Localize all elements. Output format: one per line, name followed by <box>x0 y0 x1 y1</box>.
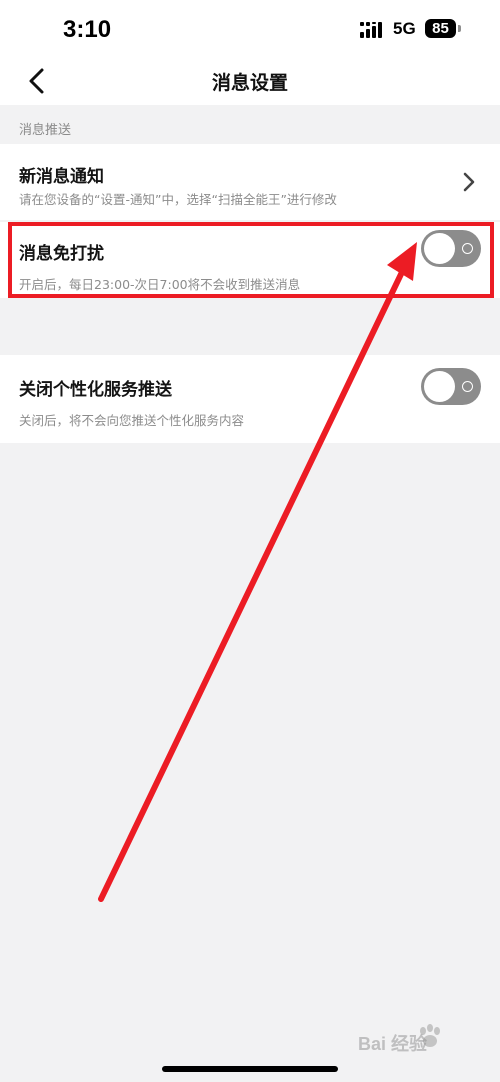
battery-icon: 85 <box>425 19 456 38</box>
settings-row-personalized-push: 关闭个性化服务推送 关闭后，将不会向您推送个性化服务内容 <box>0 355 500 443</box>
row-subtitle: 请在您设备的“设置-通知”中，选择“扫描全能王”进行修改 <box>19 192 337 207</box>
watermark-text: Bai 经验 <box>358 1034 428 1054</box>
page-title: 消息设置 <box>211 72 288 94</box>
battery-cap <box>458 25 461 32</box>
status-bar: 3:10 5G 85 <box>0 0 500 58</box>
settings-row-new-message-notification[interactable]: 新消息通知 请在您设备的“设置-通知”中，选择“扫描全能王”进行修改 <box>0 144 500 220</box>
toggle-knob <box>424 371 455 402</box>
cellular-signal-icon <box>360 22 382 38</box>
chevron-right-icon <box>463 172 475 192</box>
toggle-off-indicator-icon <box>462 381 473 392</box>
annotation-highlight-box <box>8 222 494 298</box>
status-time: 3:10 <box>63 16 112 43</box>
row-title: 新消息通知 <box>19 167 104 187</box>
battery-level: 85 <box>432 20 449 37</box>
section-header-label: 消息推送 <box>19 123 72 138</box>
personalized-push-toggle[interactable] <box>421 368 481 405</box>
network-type-label: 5G <box>393 19 416 38</box>
row-title: 关闭个性化服务推送 <box>19 380 172 400</box>
home-indicator[interactable] <box>162 1066 338 1072</box>
section-header: 消息推送 <box>0 105 500 144</box>
row-subtitle: 关闭后，将不会向您推送个性化服务内容 <box>19 413 245 428</box>
nav-bar: 消息设置 <box>0 58 500 105</box>
